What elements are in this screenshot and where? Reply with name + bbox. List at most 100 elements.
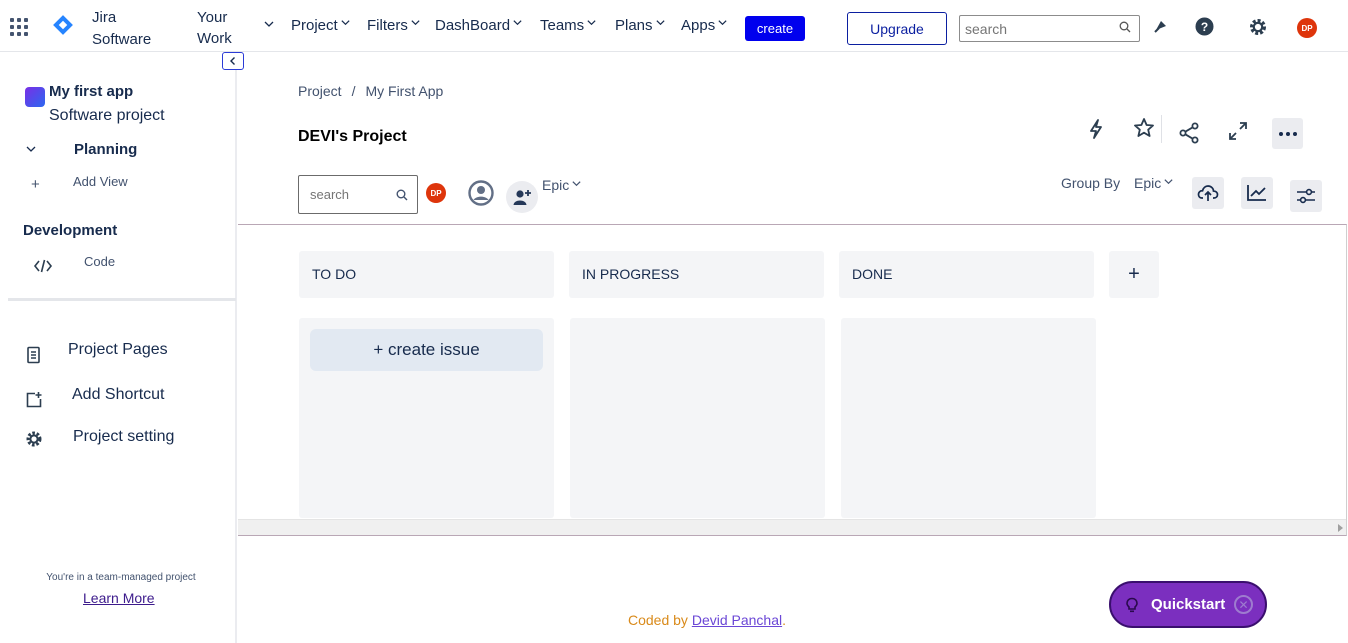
product-name[interactable]: Jira Software xyxy=(92,7,151,51)
nav-menu-project[interactable]: Project xyxy=(291,17,351,34)
more-dot xyxy=(1278,131,1283,136)
chevron-left-icon xyxy=(230,57,235,65)
sidebar-item-project-setting[interactable]: Project setting xyxy=(73,428,174,446)
global-search xyxy=(959,15,1140,42)
nav-menu-plans[interactable]: Plans xyxy=(615,17,666,34)
add-people-button[interactable] xyxy=(506,181,538,213)
create-issue-button[interactable]: + create issue xyxy=(310,329,543,371)
search-icon[interactable] xyxy=(1119,21,1131,33)
nav-menu-dashboard[interactable]: DashBoard xyxy=(435,17,523,34)
chevron-down-icon xyxy=(587,20,596,26)
chevron-down-icon[interactable] xyxy=(25,143,37,155)
sidebar-item-project-pages[interactable]: Project Pages xyxy=(68,341,168,359)
your-work-menu[interactable]: Your Work xyxy=(197,7,232,49)
release-upload-button[interactable] xyxy=(1192,177,1224,209)
column-header-todo[interactable]: TO DO xyxy=(299,251,554,298)
settings-gear-icon[interactable] xyxy=(1248,17,1268,37)
close-icon[interactable]: ✕ xyxy=(1234,595,1253,614)
epic-filter-dropdown[interactable]: Epic xyxy=(542,177,582,193)
sidebar-item-add-view[interactable]: Add View xyxy=(73,174,128,189)
author-link[interactable]: Devid Panchal xyxy=(692,612,782,628)
insights-chart-button[interactable] xyxy=(1241,177,1273,209)
column-header-in-progress[interactable]: IN PROGRESS xyxy=(569,251,824,298)
create-button[interactable]: create xyxy=(745,16,805,41)
add-shortcut-icon xyxy=(26,392,42,408)
toolbar-divider xyxy=(1161,115,1162,143)
your-work-line-2: Work xyxy=(197,30,232,47)
board-search-input[interactable] xyxy=(299,176,389,213)
chevron-down-icon xyxy=(1164,179,1173,185)
quickstart-label: Quickstart xyxy=(1151,596,1226,613)
credit-prefix: Coded by xyxy=(628,612,692,628)
nav-menu-apps[interactable]: Apps xyxy=(681,17,728,34)
nav-menu-label: Filters xyxy=(367,17,408,34)
brand-line-2: Software xyxy=(92,31,152,48)
chevron-down-icon xyxy=(572,181,581,187)
nav-menu-teams[interactable]: Teams xyxy=(540,17,597,34)
page-title: DEVI's Project xyxy=(298,128,407,145)
nav-menu-label: Teams xyxy=(540,17,585,34)
breadcrumb-app[interactable]: My First App xyxy=(365,83,443,99)
brand-line-1: Jira xyxy=(92,9,117,26)
epic-filter-label: Epic xyxy=(542,177,570,193)
collapse-sidebar-button[interactable] xyxy=(222,52,244,70)
code-icon[interactable] xyxy=(33,258,53,274)
more-dot xyxy=(1285,131,1290,136)
assignee-avatar[interactable]: DP xyxy=(426,183,446,203)
page-icon xyxy=(27,346,40,364)
cloud-upload-icon xyxy=(1197,185,1219,201)
scroll-right-arrow-icon[interactable] xyxy=(1338,524,1343,532)
group-by-value: Epic xyxy=(1134,175,1162,191)
top-navigation: Jira Software Your Work Project Filters … xyxy=(0,0,1348,52)
horizontal-scrollbar[interactable] xyxy=(238,519,1346,535)
automation-lightning-icon[interactable] xyxy=(1081,114,1111,144)
board-search xyxy=(298,175,418,214)
upgrade-button[interactable]: Upgrade xyxy=(847,12,947,45)
sidebar-section-planning[interactable]: Planning xyxy=(74,141,137,158)
chevron-down-icon[interactable] xyxy=(263,18,275,30)
project-name[interactable]: My first app xyxy=(49,83,133,100)
credit-suffix: . xyxy=(782,612,786,628)
nav-menu-filters[interactable]: Filters xyxy=(367,17,421,34)
quickstart-button[interactable]: Quickstart ✕ xyxy=(1109,581,1267,628)
jira-logo-icon[interactable] xyxy=(52,14,74,36)
help-icon[interactable]: ? xyxy=(1195,17,1214,36)
column-body-done[interactable] xyxy=(841,318,1096,518)
more-actions-button[interactable] xyxy=(1272,118,1303,149)
view-settings-button[interactable] xyxy=(1290,180,1322,212)
sidebar-item-code[interactable]: Code xyxy=(84,254,115,269)
user-avatar[interactable]: DP xyxy=(1297,18,1317,38)
breadcrumb-project[interactable]: Project xyxy=(298,83,342,99)
share-icon[interactable] xyxy=(1174,118,1204,148)
chevron-down-icon xyxy=(718,20,727,26)
expand-fullscreen-icon[interactable] xyxy=(1223,116,1253,146)
sidebar-item-add-shortcut[interactable]: Add Shortcut xyxy=(72,386,165,404)
column-body-todo[interactable]: + create issue xyxy=(299,318,554,518)
group-by-label: Group By xyxy=(1061,175,1121,191)
add-user-icon xyxy=(513,190,531,205)
lightbulb-icon xyxy=(1126,597,1138,612)
kanban-board: TO DO IN PROGRESS DONE + + create issue xyxy=(238,224,1347,536)
plus-icon[interactable]: + xyxy=(31,176,40,193)
column-header-done[interactable]: DONE xyxy=(839,251,1094,298)
chevron-down-icon xyxy=(341,20,350,26)
project-sidebar: My first app Software project Planning +… xyxy=(0,52,237,643)
user-profile-icon[interactable] xyxy=(468,180,494,206)
learn-more-link[interactable]: Learn More xyxy=(83,590,155,606)
breadcrumb-separator: / xyxy=(351,83,356,99)
star-icon[interactable] xyxy=(1129,113,1159,143)
search-icon[interactable] xyxy=(396,189,408,201)
add-column-button[interactable]: + xyxy=(1109,251,1159,298)
chevron-down-icon xyxy=(411,20,420,26)
chevron-down-icon xyxy=(655,20,665,26)
app-switcher-icon[interactable] xyxy=(10,18,28,36)
chevron-down-icon xyxy=(513,20,522,26)
global-search-input[interactable] xyxy=(960,16,1115,41)
nav-menu-label: Apps xyxy=(681,17,716,34)
team-managed-note: You're in a team-managed project xyxy=(46,572,196,583)
notifications-icon[interactable] xyxy=(1152,18,1170,36)
group-by-dropdown[interactable]: Epic xyxy=(1134,175,1174,191)
sliders-icon xyxy=(1297,188,1315,204)
nav-menu-label: Project xyxy=(291,17,338,34)
column-body-in-progress[interactable] xyxy=(570,318,825,518)
